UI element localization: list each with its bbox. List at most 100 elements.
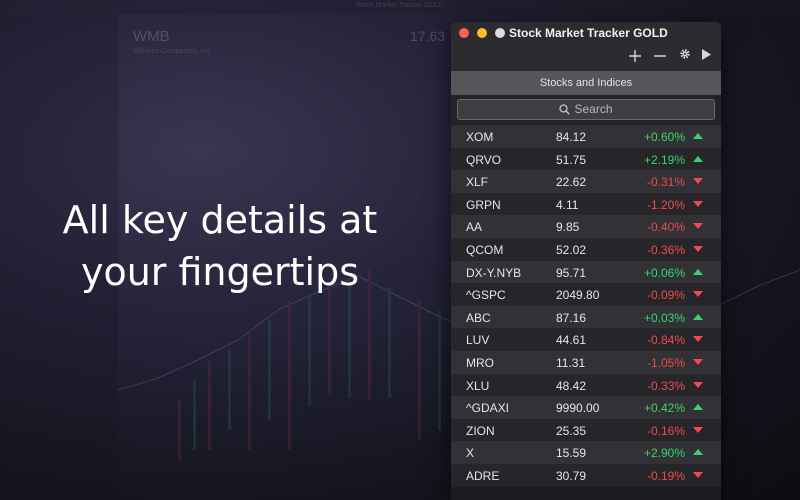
stock-row[interactable]: ADRE 30.79 -0.19% [451,463,721,487]
stock-row[interactable]: X 15.59 +2.90% [451,441,721,464]
stock-price: 9.85 [556,220,580,235]
stock-price: 87.16 [556,310,587,325]
arrow-down-icon [693,336,703,343]
arrow-down-icon [693,471,703,478]
arrow-up-icon [693,313,703,320]
stock-price: 11.31 [556,355,586,370]
arrow-up-icon [693,449,703,456]
stock-symbol: GRPN [466,197,501,212]
stock-price: 95.71 [556,265,587,280]
stock-list: XOM 84.12 +0.60% QRVO 51.75 +2.19% XLF 22.62 -0.… [451,125,721,487]
stock-symbol: ^GSPC [466,288,506,303]
stock-symbol: QCOM [466,242,504,257]
stock-symbol: QRVO [466,152,502,167]
arrow-up-icon [693,404,703,411]
stock-price: 22.62 [556,175,587,190]
play-button[interactable] [696,46,716,66]
stock-change: +0.06% [643,265,685,280]
search-placeholder: Search [574,102,613,116]
arrow-up-icon [693,268,703,275]
stock-symbol: DX-Y.NYB [466,265,522,280]
stock-row[interactable]: XLF 22.62 -0.31% [451,170,721,193]
minimize-window-button[interactable] [477,28,487,38]
stock-change: +0.03% [643,310,685,325]
stock-symbol: MRO [466,355,494,370]
stock-price: 2049.80 [556,288,600,303]
stock-change: +0.60% [643,130,685,144]
stock-row[interactable]: ABC 87.16 +0.03% [451,305,721,329]
arrow-down-icon [693,381,703,388]
stock-change: -1.20% [646,197,685,212]
stock-symbol: LUV [466,333,490,348]
stock-price: 48.42 [556,378,587,393]
stock-change: -0.19% [646,468,685,483]
close-window-button[interactable] [459,28,469,38]
search-bar: Search [451,95,721,125]
stock-change: +2.19% [643,152,685,167]
settings-button[interactable] [675,46,695,66]
background-title: Stock Market Tracker GOLD [356,2,444,9]
background-company: Williams Companies, Inc [133,48,210,55]
stock-price: 4.11 [556,197,579,212]
search-input[interactable]: Search [457,99,715,120]
background-price: 17.63 [410,28,446,44]
headline-line-1: All key details at [62,198,378,242]
stock-price: 51.75 [556,152,587,167]
zoom-window-button[interactable] [495,28,505,38]
minus-icon [654,46,666,66]
stock-row[interactable]: XOM 84.12 +0.60% [451,125,721,148]
stock-change: -0.31% [646,175,685,190]
stock-row[interactable]: GRPN 4.11 -1.20% [451,192,721,216]
stock-change: -0.33% [646,378,685,393]
stock-change: -0.36% [646,242,685,257]
stock-price: 9990.00 [556,401,600,416]
arrow-down-icon [693,358,703,365]
stock-symbol: ABC [466,310,491,325]
stock-symbol: ^GDAXI [466,401,509,416]
remove-symbol-button[interactable] [650,46,670,66]
stock-row[interactable]: XLU 48.42 -0.33% [451,373,721,397]
stock-row[interactable]: ZION 25.35 -0.16% [451,418,721,442]
stock-change: +2.90% [643,446,685,461]
add-symbol-button[interactable] [625,46,645,66]
stock-symbol: ADRE [466,468,500,483]
stock-symbol: XLF [466,175,489,190]
stock-price: 30.79 [556,468,587,483]
window-title: Stock Market Tracker GOLD [509,26,668,40]
stock-row[interactable]: QCOM 52.02 -0.36% [451,237,721,261]
stock-price: 52.02 [556,242,587,257]
stock-price: 44.61 [556,333,587,348]
arrow-down-icon [693,178,703,185]
stock-price: 25.35 [556,423,587,438]
window-titlebar[interactable]: Stock Market Tracker GOLD [451,22,721,43]
stock-change: -1.05% [646,355,685,370]
stock-row[interactable]: DX-Y.NYB 95.71 +0.06% [451,260,721,284]
headline: All key details at your fingertips [40,194,400,298]
stock-change: +0.42% [643,401,685,416]
stock-row[interactable]: AA 9.85 -0.40% [451,215,721,238]
search-icon [559,104,571,118]
stock-symbol: XLU [466,378,490,393]
stock-row[interactable]: QRVO 51.75 +2.19% [451,147,721,171]
stock-row[interactable]: ^GDAXI 9990.00 +0.42% [451,396,721,419]
stock-price: 15.59 [556,446,587,461]
stock-row[interactable]: ^GSPC 2049.80 -0.09% [451,283,721,306]
stock-change: -0.84% [646,333,685,348]
stock-row[interactable]: MRO 11.31 -1.05% [451,350,721,374]
stock-symbol: XOM [466,130,494,144]
stock-symbol: AA [466,220,483,235]
gear-icon [679,47,691,64]
stock-row[interactable]: LUV 44.61 -0.84% [451,328,721,351]
stock-symbol: ZION [466,423,495,438]
arrow-down-icon [693,291,703,298]
arrow-down-icon [693,245,703,252]
stock-price: 84.12 [556,130,587,144]
tracker-window: Stock Market Tracker GOLD Stocks and Ind… [451,22,721,500]
background-titlebar: Stock Market Tracker GOLD [0,0,800,14]
plus-icon [629,46,641,66]
toolbar [451,43,721,71]
stock-change: -0.40% [646,220,685,235]
arrow-up-icon [693,155,703,162]
arrow-up-icon [693,133,703,139]
play-icon [701,47,711,64]
